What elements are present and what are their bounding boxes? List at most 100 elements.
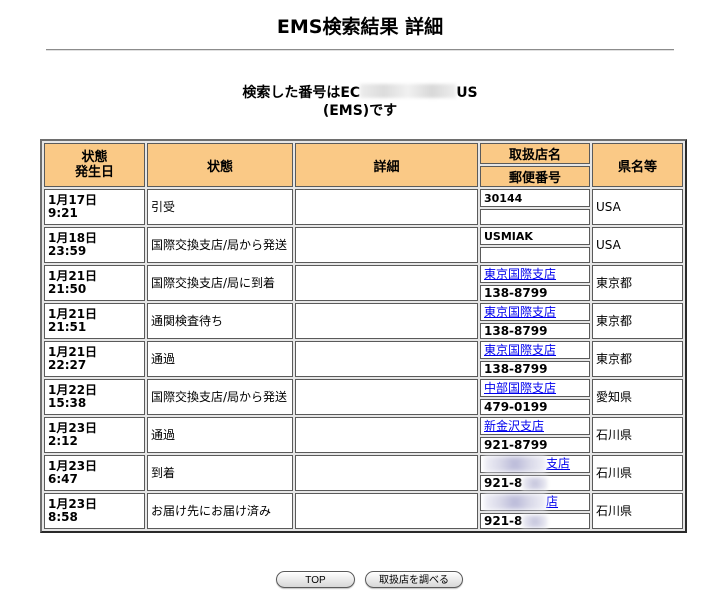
office-name[interactable]: 東京国際支店: [480, 265, 590, 283]
event-detail: [295, 189, 478, 225]
header-date: 状態 発生日: [44, 143, 145, 187]
event-detail: [295, 379, 478, 415]
event-detail: [295, 303, 478, 339]
table-row: 1月22日 15:38 国際交換支店/局から発送 中部国際支店 愛知県: [44, 379, 683, 415]
message-suffix: US: [456, 85, 478, 101]
header-office: 取扱店名: [480, 143, 590, 164]
postal-code-text: 921-8: [484, 475, 523, 490]
postal-code: [480, 247, 590, 263]
redacted-office: [484, 494, 546, 510]
office-name[interactable]: 店: [480, 493, 590, 511]
postal-code-text: 138-8799: [484, 285, 548, 300]
event-status: 国際交換支店/局から発送: [147, 379, 293, 415]
office-link[interactable]: 東京国際支店: [484, 305, 556, 319]
postal-code-text: 921-8: [484, 513, 523, 528]
office-name: USMIAK: [480, 227, 590, 245]
office-name: 30144: [480, 189, 590, 207]
table-row: 1月21日 22:27 通過 東京国際支店 東京都: [44, 341, 683, 377]
table-row: 1月23日 2:12 通過 新金沢支店 石川県: [44, 417, 683, 453]
lookup-office-button[interactable]: 取扱店を調べる: [365, 571, 463, 588]
office-name[interactable]: 中部国際支店: [480, 379, 590, 397]
table-row: 1月21日 21:51 通関検査待ち 東京国際支店 東京都: [44, 303, 683, 339]
event-datetime: 1月21日 21:50: [44, 265, 145, 301]
office-name[interactable]: 新金沢支店: [480, 417, 590, 435]
event-datetime: 1月18日 23:59: [44, 227, 145, 263]
office-link[interactable]: 中部国際支店: [484, 381, 556, 395]
event-detail: [295, 455, 478, 491]
table-row: 1月18日 23:59 国際交換支店/局から発送 USMIAK USA: [44, 227, 683, 263]
postal-code: 479-0199: [480, 399, 590, 415]
postal-code: 921-8799: [480, 437, 590, 453]
table-row: 1月23日 6:47 到着 支店 石川県: [44, 455, 683, 491]
prefecture: USA: [592, 189, 683, 225]
event-status: お届け先にお届け済み: [147, 493, 293, 529]
event-status: 到着: [147, 455, 293, 491]
office-link[interactable]: 東京国際支店: [484, 343, 556, 357]
event-status: 国際交換支店/局に到着: [147, 265, 293, 301]
office-name[interactable]: 東京国際支店: [480, 341, 590, 359]
table-row: 1月21日 21:50 国際交換支店/局に到着 東京国際支店 東京都: [44, 265, 683, 301]
postal-code: 138-8799: [480, 323, 590, 339]
redacted-tracking-number: [360, 84, 457, 98]
prefecture: 東京都: [592, 341, 683, 377]
prefecture: 石川県: [592, 455, 683, 491]
office-name[interactable]: 東京国際支店: [480, 303, 590, 321]
event-datetime: 1月17日 9:21: [44, 189, 145, 225]
footer-buttons: TOP 取扱店を調べる: [0, 571, 720, 591]
postal-code-text: 138-8799: [484, 361, 548, 376]
table-row: 1月23日 8:58 お届け先にお届け済み 店 石川県: [44, 493, 683, 529]
office-code: 30144: [484, 191, 523, 205]
prefecture: 東京都: [592, 265, 683, 301]
prefecture: 石川県: [592, 493, 683, 529]
header-zip: 郵便番号: [480, 166, 590, 187]
event-datetime: 1月21日 22:27: [44, 341, 145, 377]
message-line2: (EMS)です: [322, 103, 398, 119]
prefecture: 東京都: [592, 303, 683, 339]
event-detail: [295, 341, 478, 377]
event-datetime: 1月23日 6:47: [44, 455, 145, 491]
redacted-postal-code: [522, 514, 549, 528]
prefecture: 愛知県: [592, 379, 683, 415]
event-status: 通過: [147, 417, 293, 453]
office-link[interactable]: 東京国際支店: [484, 267, 556, 281]
event-datetime: 1月22日 15:38: [44, 379, 145, 415]
event-detail: [295, 227, 478, 263]
postal-code-text: 921-8799: [484, 437, 548, 452]
event-detail: [295, 265, 478, 301]
postal-code: 921-8: [480, 475, 590, 491]
event-status: 通関検査待ち: [147, 303, 293, 339]
search-number-message: 検索した番号はEC US (EMS)です: [0, 84, 720, 120]
tracking-results-table: 状態 発生日 状態 詳細 取扱店名 県名等 郵便番号 1月17日 9:21 引受 3…: [40, 139, 687, 533]
postal-code: 138-8799: [480, 285, 590, 301]
title-divider: [46, 49, 674, 51]
postal-code-text: 138-8799: [484, 323, 548, 338]
office-link[interactable]: 店: [546, 495, 558, 509]
event-detail: [295, 493, 478, 529]
event-datetime: 1月23日 2:12: [44, 417, 145, 453]
event-status: 国際交換支店/局から発送: [147, 227, 293, 263]
redacted-postal-code: [522, 476, 549, 490]
page-title: EMS検索結果 詳細: [276, 16, 444, 38]
office-code: USMIAK: [484, 229, 533, 243]
prefecture: USA: [592, 227, 683, 263]
event-datetime: 1月21日 21:51: [44, 303, 145, 339]
redacted-office: [484, 456, 546, 472]
event-detail: [295, 417, 478, 453]
event-status: 引受: [147, 189, 293, 225]
table-row: 1月17日 9:21 引受 30144 USA: [44, 189, 683, 225]
event-status: 通過: [147, 341, 293, 377]
event-datetime: 1月23日 8:58: [44, 493, 145, 529]
top-button[interactable]: TOP: [276, 571, 355, 588]
tracking-rows: 1月17日 9:21 引受 30144 USA 1月18日 23:59 国際交換支店/局か…: [44, 189, 683, 529]
office-name[interactable]: 支店: [480, 455, 590, 473]
postal-code-text: 479-0199: [484, 399, 548, 414]
postal-code: 921-8: [480, 513, 590, 529]
header-detail: 詳細: [295, 143, 478, 187]
postal-code: [480, 209, 590, 225]
header-prefecture: 県名等: [592, 143, 683, 187]
message-prefix: 検索した番号はEC: [242, 85, 361, 101]
header-status: 状態: [147, 143, 293, 187]
office-link[interactable]: 新金沢支店: [484, 419, 544, 433]
postal-code: 138-8799: [480, 361, 590, 377]
office-link[interactable]: 支店: [546, 457, 570, 471]
